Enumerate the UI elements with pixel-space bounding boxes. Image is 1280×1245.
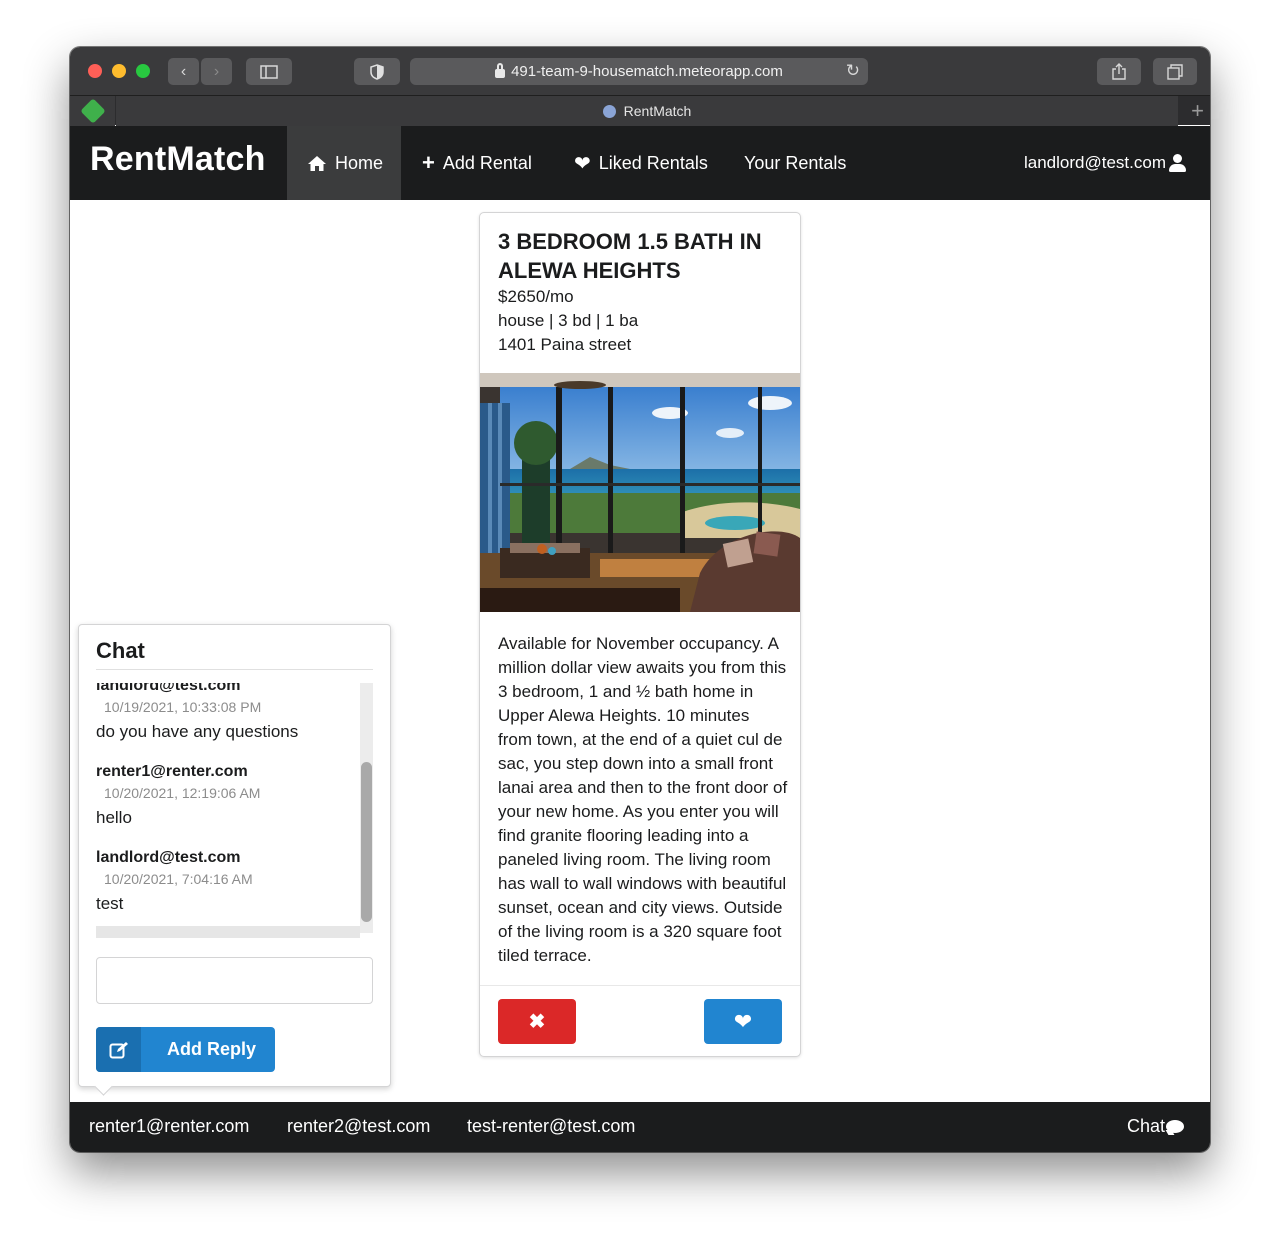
user-icon — [1168, 154, 1186, 172]
user-email: landlord@test.com — [1024, 153, 1166, 172]
nav-liked-rentals-label: Liked Rentals — [598, 152, 708, 173]
forward-button[interactable]: › — [201, 58, 232, 85]
listing-details: house | 3 bd | 1 ba — [498, 311, 639, 330]
active-tab[interactable]: RentMatch — [116, 96, 1178, 126]
top-navbar: RentMatch Home + Add Rental ❤ Liked Rent… — [70, 126, 1210, 200]
lock-icon — [495, 63, 506, 78]
chevron-left-icon: ‹ — [180, 62, 187, 80]
chat-message: landlord@test.com 10/19/2021, 10:33:08 P… — [96, 683, 360, 745]
bottom-chat-bar: renter1@renter.com renter2@test.com test… — [70, 1102, 1210, 1152]
home-icon — [308, 155, 326, 171]
message-date: 10/19/2021, 10:33:08 PM — [104, 699, 262, 715]
chat-message: landlord@test.com 10/20/2021, 7:04:16 AM… — [96, 847, 360, 917]
heart-icon: ❤ — [574, 152, 591, 175]
message-text: hello — [96, 808, 132, 827]
chevron-right-icon: › — [213, 62, 220, 80]
nav-add-rental[interactable]: + Add Rental — [422, 126, 532, 200]
share-button[interactable] — [1097, 58, 1141, 85]
add-reply-label: Add Reply — [167, 1039, 257, 1059]
chat-contact[interactable]: renter2@test.com — [287, 1116, 430, 1137]
reject-button[interactable]: ✖ — [498, 999, 576, 1044]
sidebar-toggle-button[interactable] — [246, 58, 292, 85]
message-author: renter1@renter.com — [96, 763, 248, 780]
listing-actions: ✖ ❤ — [480, 985, 800, 1056]
tab-title: RentMatch — [623, 103, 692, 119]
feedly-icon — [79, 98, 106, 124]
chat-contact[interactable]: renter1@renter.com — [89, 1116, 249, 1137]
address-bar[interactable]: 491-team-9-housematch.meteorapp.com ↻ — [410, 58, 868, 85]
shield-icon — [370, 63, 384, 80]
edit-icon — [96, 1027, 141, 1072]
back-button[interactable]: ‹ — [168, 58, 199, 85]
chat-messages[interactable]: landlord@test.com 10/19/2021, 10:33:08 P… — [96, 683, 373, 941]
chat-popup: Chat landlord@test.com 10/19/2021, 10:33… — [78, 624, 391, 1087]
add-reply-button[interactable]: Add Reply — [96, 1027, 275, 1072]
nav-your-rentals-label: Your Rentals — [744, 152, 847, 173]
listing-description: Available for November occupancy. A mill… — [498, 634, 788, 965]
tabs-icon — [1167, 63, 1183, 80]
listing-card: 3 Bedroom 1.5 Bath in Alewa Heights $265… — [479, 212, 801, 1057]
nav-home[interactable]: Home — [287, 126, 401, 200]
message-date: 10/20/2021, 12:19:06 AM — [104, 785, 261, 801]
browser-window: ‹ › 491-team-9-housematch.meteorapp.com … — [70, 47, 1210, 1152]
nav-home-label: Home — [335, 152, 384, 173]
reload-icon[interactable]: ↻ — [846, 61, 860, 81]
message-text: test — [96, 894, 124, 913]
tab-bar: RentMatch + — [70, 95, 1210, 126]
listing-title: 3 Bedroom 1.5 Bath in Alewa Heights — [498, 229, 762, 283]
tab-overview-button[interactable] — [1153, 58, 1197, 85]
chat-vertical-scrollbar[interactable] — [360, 683, 373, 933]
chat-message: renter1@renter.com 10/20/2021, 12:19:06 … — [96, 761, 360, 831]
comment-icon — [1166, 1120, 1184, 1133]
message-author: landlord@test.com — [96, 849, 241, 866]
user-menu[interactable]: landlord@test.com — [1024, 126, 1186, 200]
share-icon — [1112, 63, 1126, 80]
message-date: 10/20/2021, 7:04:16 AM — [104, 871, 253, 887]
privacy-report-button[interactable] — [354, 58, 400, 85]
browser-toolbar: ‹ › 491-team-9-housematch.meteorapp.com … — [70, 47, 1210, 95]
chat-horizontal-scrollbar[interactable] — [96, 926, 360, 938]
nav-add-rental-label: Add Rental — [442, 152, 532, 173]
scrollbar-thumb[interactable] — [361, 762, 372, 922]
message-author: landlord@test.com — [96, 683, 241, 694]
url-text: 491-team-9-housematch.meteorapp.com — [511, 63, 783, 80]
nav-liked-rentals[interactable]: ❤ Liked Rentals — [574, 126, 708, 200]
minimize-window-button[interactable] — [112, 64, 126, 78]
message-text: do you have any questions — [96, 722, 299, 741]
chat-contact[interactable]: test-renter@test.com — [467, 1116, 635, 1137]
chat-title: Chat — [96, 638, 145, 663]
listing-price: $2650/mo — [498, 287, 574, 306]
chat-toggle[interactable]: Chat — [1127, 1116, 1184, 1137]
plus-icon: + — [422, 150, 435, 175]
brand-logo[interactable]: RentMatch — [90, 140, 266, 179]
sidebar-icon — [260, 64, 278, 79]
pinned-tab[interactable] — [70, 96, 115, 126]
x-icon: ✖ — [528, 1011, 546, 1033]
meteor-icon — [602, 104, 616, 118]
zoom-window-button[interactable] — [136, 64, 150, 78]
new-tab-button[interactable]: + — [1191, 98, 1204, 124]
heart-icon: ❤ — [733, 1008, 753, 1034]
like-button[interactable]: ❤ — [704, 999, 782, 1044]
listing-address: 1401 Paina street — [498, 335, 632, 354]
chat-reply-input[interactable] — [96, 957, 373, 1004]
listing-photo — [480, 373, 800, 612]
chat-toggle-label: Chat — [1126, 1116, 1165, 1136]
close-window-button[interactable] — [88, 64, 102, 78]
chat-divider — [96, 669, 373, 670]
nav-your-rentals[interactable]: Your Rentals — [744, 126, 846, 200]
